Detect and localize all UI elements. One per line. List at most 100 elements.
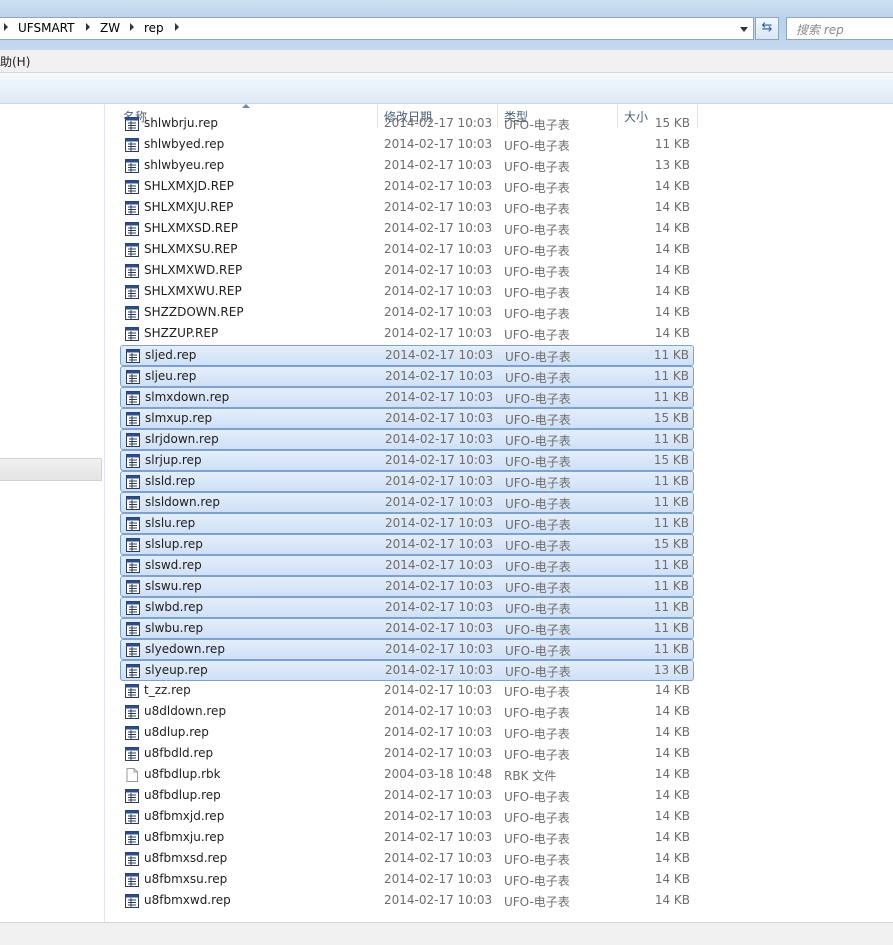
file-row[interactable]: u8dldown.rep 2014-02-17 10:03 UFO-电子表 14 KB	[120, 702, 694, 723]
file-row[interactable]: slswu.rep 2014-02-17 10:03 UFO-电子表 11 KB	[120, 576, 694, 597]
ufo-report-file-icon	[125, 747, 139, 761]
refresh-button[interactable]: ⇆	[755, 17, 779, 40]
file-type: UFO-电子表	[504, 874, 570, 888]
file-row[interactable]: SHLXMXSU.REP 2014-02-17 10:03 UFO-电子表 14 KB	[120, 240, 694, 261]
file-name: SHZZUP.REP	[144, 326, 219, 340]
file-size: 14 KB	[654, 809, 690, 823]
file-size: 14 KB	[654, 872, 690, 886]
file-name: SHLXMXJD.REP	[144, 179, 234, 193]
file-row[interactable]: u8fbmxwd.rep 2014-02-17 10:03 UFO-电子表 14 KB	[120, 891, 694, 912]
file-name: SHLXMXWD.REP	[144, 263, 243, 277]
file-size: 11 KB	[654, 137, 690, 151]
file-name: slrjdown.rep	[145, 432, 219, 446]
file-row[interactable]: slmxup.rep 2014-02-17 10:03 UFO-电子表 15 KB	[120, 408, 694, 429]
file-row[interactable]: shlwbyeu.rep 2014-02-17 10:03 UFO-电子表 13 KB	[120, 156, 694, 177]
ufo-report-file-icon	[126, 601, 140, 615]
file-modified-date: 2014-02-17 10:03	[385, 453, 494, 467]
file-type: UFO-电子表	[504, 181, 570, 195]
file-row[interactable]: u8fbdlup.rep 2014-02-17 10:03 UFO-电子表 14 KB	[120, 786, 694, 807]
file-modified-date: 2014-02-17 10:03	[385, 474, 494, 488]
address-breadcrumb-box[interactable]: UFSMART ZW rep	[0, 17, 754, 40]
file-row[interactable]: u8fbmxsu.rep 2014-02-17 10:03 UFO-电子表 14 KB	[120, 870, 694, 891]
file-modified-date: 2014-02-17 10:03	[384, 263, 493, 277]
search-input[interactable]: 搜索 rep	[786, 17, 893, 40]
ufo-report-file-icon	[125, 138, 139, 152]
file-row[interactable]: slyeup.rep 2014-02-17 10:03 UFO-电子表 13 KB	[120, 660, 694, 681]
file-name: slsld.rep	[145, 474, 196, 488]
ufo-report-file-icon	[125, 159, 139, 173]
file-row[interactable]: SHZZUP.REP 2014-02-17 10:03 UFO-电子表 14 KB	[120, 324, 694, 345]
file-row[interactable]: slrjdown.rep 2014-02-17 10:03 UFO-电子表 11 KB	[120, 429, 694, 450]
ufo-report-file-icon	[126, 412, 140, 426]
file-row[interactable]: slyedown.rep 2014-02-17 10:03 UFO-电子表 11 KB	[120, 639, 694, 660]
file-type: UFO-电子表	[504, 139, 570, 153]
ufo-report-file-icon	[126, 391, 140, 405]
file-row[interactable]: sljeu.rep 2014-02-17 10:03 UFO-电子表 11 KB	[120, 366, 694, 387]
file-size: 14 KB	[654, 326, 690, 340]
file-type: UFO-电子表	[505, 581, 571, 595]
file-row[interactable]: slslup.rep 2014-02-17 10:03 UFO-电子表 15 KB	[120, 534, 694, 555]
breadcrumb-separator-icon[interactable]	[4, 23, 8, 31]
file-row[interactable]: SHLXMXWD.REP 2014-02-17 10:03 UFO-电子表 14 KB	[120, 261, 694, 282]
file-size: 11 KB	[653, 369, 689, 383]
file-modified-date: 2014-02-17 10:03	[384, 704, 493, 718]
file-row[interactable]: shlwbrju.rep 2014-02-17 10:03 UFO-电子表 15 KB	[120, 114, 694, 135]
file-name: slyeup.rep	[145, 663, 208, 677]
breadcrumb-zw[interactable]: ZW	[100, 21, 120, 35]
file-row[interactable]: slwbd.rep 2014-02-17 10:03 UFO-电子表 11 KB	[120, 597, 694, 618]
file-type: UFO-电子表	[504, 223, 570, 237]
file-type: UFO-电子表	[504, 727, 570, 741]
ufo-report-file-icon	[125, 243, 139, 257]
ufo-report-file-icon	[125, 264, 139, 278]
file-row[interactable]: SHLXMXJU.REP 2014-02-17 10:03 UFO-电子表 14 KB	[120, 198, 694, 219]
file-row[interactable]: sljed.rep 2014-02-17 10:03 UFO-电子表 11 KB	[120, 345, 694, 366]
breadcrumb-separator-icon[interactable]	[175, 23, 179, 31]
file-modified-date: 2014-02-17 10:03	[384, 893, 493, 907]
breadcrumb-separator-icon[interactable]	[130, 23, 134, 31]
file-name: sljed.rep	[145, 348, 197, 362]
file-name: u8fbdld.rep	[144, 746, 214, 760]
file-row[interactable]: u8dlup.rep 2014-02-17 10:03 UFO-电子表 14 KB	[120, 723, 694, 744]
file-row[interactable]: slmxdown.rep 2014-02-17 10:03 UFO-电子表 11 KB	[120, 387, 694, 408]
file-name: u8dldown.rep	[144, 704, 227, 718]
file-row[interactable]: slswd.rep 2014-02-17 10:03 UFO-电子表 11 KB	[120, 555, 694, 576]
file-row[interactable]: SHLXMXWU.REP 2014-02-17 10:03 UFO-电子表 14 KB	[120, 282, 694, 303]
file-row[interactable]: u8fbmxsd.rep 2014-02-17 10:03 UFO-电子表 14 KB	[120, 849, 694, 870]
file-name: u8fbmxju.rep	[144, 830, 225, 844]
file-type: UFO-电子表	[504, 244, 570, 258]
file-row[interactable]: slwbu.rep 2014-02-17 10:03 UFO-电子表 11 KB	[120, 618, 694, 639]
navigation-selected-item[interactable]	[0, 458, 102, 481]
breadcrumb-ufsmart[interactable]: UFSMART	[18, 21, 74, 35]
file-row[interactable]: t_zz.rep 2014-02-17 10:03 UFO-电子表 14 KB	[120, 681, 694, 702]
file-name: slsldown.rep	[145, 495, 221, 509]
address-history-dropdown-icon[interactable]	[740, 27, 748, 32]
file-row[interactable]: u8fbdlup.rbk 2004-03-18 10:48 RBK 文件 14 KB	[120, 765, 694, 786]
breadcrumb-separator-icon[interactable]	[86, 23, 90, 31]
file-row[interactable]: slsldown.rep 2014-02-17 10:03 UFO-电子表 11 KB	[120, 492, 694, 513]
menu-help[interactable]: 助(H)	[0, 53, 30, 70]
ufo-report-file-icon	[125, 789, 139, 803]
file-type: UFO-电子表	[504, 811, 570, 825]
ufo-report-file-icon	[125, 726, 139, 740]
file-row[interactable]: SHLXMXJD.REP 2014-02-17 10:03 UFO-电子表 14 KB	[120, 177, 694, 198]
file-row[interactable]: u8fbmxju.rep 2014-02-17 10:03 UFO-电子表 14 KB	[120, 828, 694, 849]
file-row[interactable]: slslu.rep 2014-02-17 10:03 UFO-电子表 11 KB	[120, 513, 694, 534]
file-type: UFO-电子表	[504, 895, 570, 909]
file-name: slswu.rep	[145, 579, 202, 593]
file-modified-date: 2014-02-17 10:03	[384, 725, 493, 739]
file-modified-date: 2014-02-17 10:03	[384, 137, 493, 151]
breadcrumb-rep[interactable]: rep	[144, 21, 164, 35]
file-row[interactable]: SHZZDOWN.REP 2014-02-17 10:03 UFO-电子表 14 KB	[120, 303, 694, 324]
file-row[interactable]: slsld.rep 2014-02-17 10:03 UFO-电子表 11 KB	[120, 471, 694, 492]
file-row[interactable]: u8fbmxjd.rep 2014-02-17 10:03 UFO-电子表 14 KB	[120, 807, 694, 828]
ufo-report-file-icon	[126, 433, 140, 447]
file-modified-date: 2014-02-17 10:03	[385, 390, 494, 404]
file-row[interactable]: shlwbyed.rep 2014-02-17 10:03 UFO-电子表 11 KB	[120, 135, 694, 156]
file-row[interactable]: u8fbdld.rep 2014-02-17 10:03 UFO-电子表 14 KB	[120, 744, 694, 765]
file-name: shlwbyeu.rep	[144, 158, 225, 172]
file-row[interactable]: SHLXMXSD.REP 2014-02-17 10:03 UFO-电子表 14 KB	[120, 219, 694, 240]
ufo-report-file-icon	[125, 285, 139, 299]
command-toolbar	[0, 73, 893, 104]
file-modified-date: 2014-02-17 10:03	[384, 116, 493, 130]
file-row[interactable]: slrjup.rep 2014-02-17 10:03 UFO-电子表 15 KB	[120, 450, 694, 471]
